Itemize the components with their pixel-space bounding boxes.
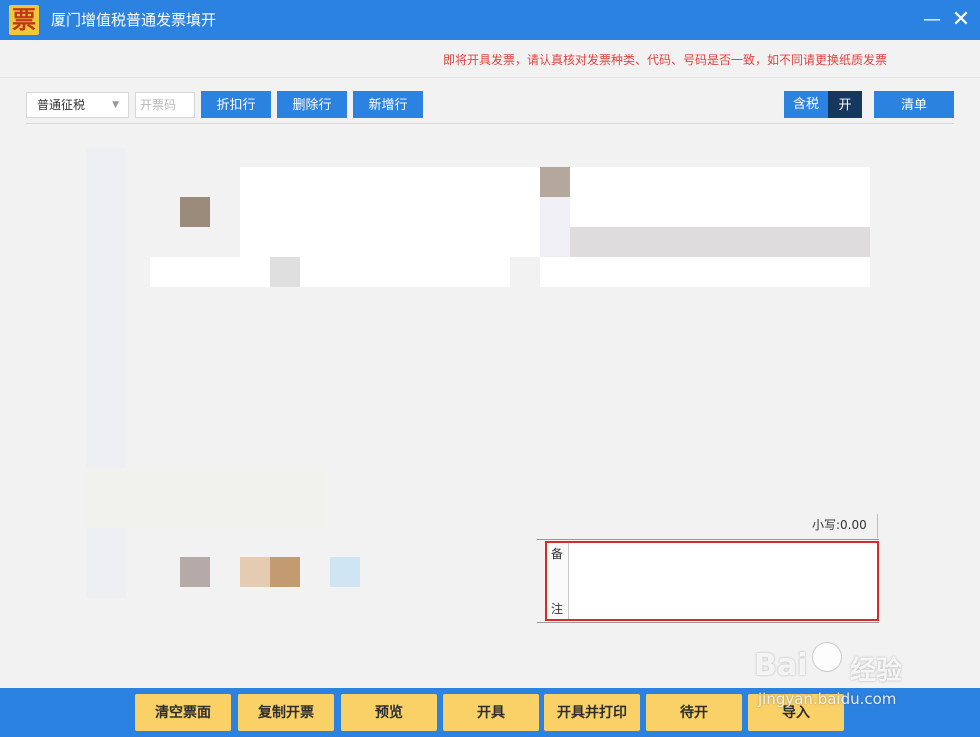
redacted-block	[270, 557, 300, 587]
notice-divider	[0, 77, 980, 78]
tax-included-label: 含税	[784, 91, 828, 118]
remarks-label-bottom: 注	[551, 602, 564, 616]
title-bar: 票 厦门增值税普通发票填开 — ✕	[0, 0, 980, 40]
issue-and-print-button[interactable]: 开具并打印	[544, 694, 640, 731]
chevron-down-icon: ▼	[112, 100, 119, 110]
remarks-input[interactable]	[572, 545, 875, 615]
redacted-block	[570, 167, 870, 227]
preview-button[interactable]: 预览	[341, 694, 437, 731]
redacted-block	[180, 197, 210, 227]
clear-invoice-button[interactable]: 清空票面	[135, 694, 231, 731]
lowercase-total: 小写:0.00	[812, 518, 867, 532]
redacted-block	[540, 197, 570, 257]
invoice-logo-icon: 票	[9, 5, 39, 35]
invoice-code-input[interactable]	[135, 92, 195, 118]
issue-button[interactable]: 开具	[443, 694, 539, 731]
remarks-label: 备 注	[547, 543, 569, 619]
redacted-block	[150, 257, 270, 287]
remarks-label-top: 备	[551, 547, 564, 561]
invoice-notice: 即将开具发票，请认真核对发票种类、代码、号码是否一致，如不同请更换纸质发票	[443, 53, 888, 67]
redacted-block	[240, 557, 270, 587]
redacted-block	[570, 227, 870, 257]
redacted-block	[270, 257, 300, 287]
toolbar-divider	[26, 123, 954, 124]
remarks-divider	[537, 622, 879, 623]
tax-included-toggle[interactable]: 开	[828, 91, 862, 118]
redacted-block	[86, 468, 326, 528]
paw-icon	[812, 642, 842, 672]
item-list-button[interactable]: 清单	[874, 91, 954, 118]
pending-button[interactable]: 待开	[646, 694, 742, 731]
add-row-button[interactable]: 新增行	[353, 91, 423, 118]
watermark-brand: Bai	[754, 648, 808, 683]
redacted-block	[180, 557, 210, 587]
redacted-block	[300, 257, 510, 287]
redacted-block	[330, 557, 360, 587]
total-divider-v	[877, 514, 878, 538]
watermark-suffix: 经验	[850, 656, 903, 686]
remarks-box: 备 注	[545, 541, 879, 621]
copy-invoice-button[interactable]: 复制开票	[238, 694, 334, 731]
discount-row-button[interactable]: 折扣行	[201, 91, 271, 118]
watermark-url: jingyan.baidu.com	[758, 690, 897, 708]
total-divider-h	[537, 539, 879, 540]
delete-row-button[interactable]: 删除行	[277, 91, 347, 118]
redacted-block	[240, 167, 540, 257]
minimize-icon[interactable]: —	[918, 0, 946, 40]
redacted-block	[540, 167, 570, 197]
tax-type-select[interactable]: 普通征税 ▼	[26, 92, 129, 118]
redacted-block	[540, 257, 870, 287]
window-title: 厦门增值税普通发票填开	[51, 11, 217, 29]
redacted-block	[86, 148, 126, 598]
tax-type-value: 普通征税	[37, 98, 86, 112]
close-icon[interactable]: ✕	[947, 0, 975, 40]
baidu-watermark: Bai 经验 jingyan.baidu.com	[754, 640, 926, 712]
